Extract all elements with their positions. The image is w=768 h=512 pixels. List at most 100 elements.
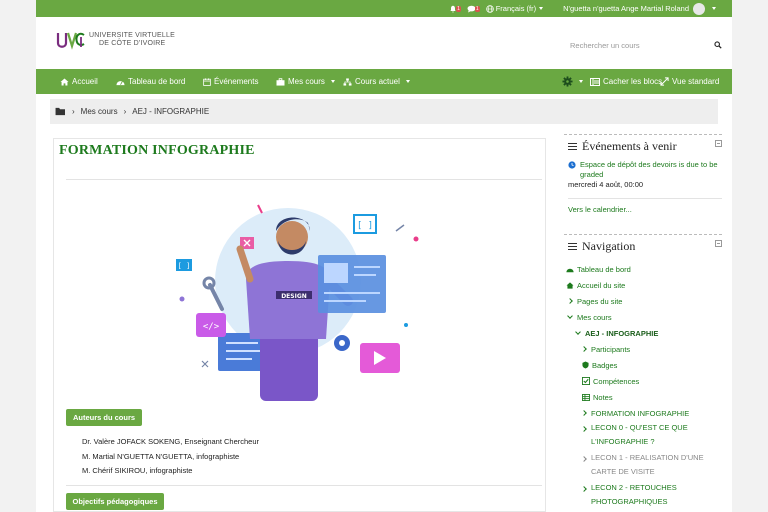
site-logo[interactable]: UNIVERSITE VIRTUELLE DE CÔTE D'IVOIRE [56,29,175,51]
author-item: Dr. Valère JOFACK SOKENG, Enseignant Che… [82,437,260,446]
nav-tree-item-my-courses[interactable]: Mes cours [566,309,722,325]
hide-blocks-button[interactable]: Cacher les blocs [590,77,662,86]
svg-text:[ ]: [ ] [178,262,191,270]
user-menu[interactable]: N'guetta n'guetta Ange Martial Roland [563,2,716,15]
menu-icon [568,143,577,150]
objectives-button-label: Objectifs pédagogiques [72,497,158,506]
nav-tree-item-current-course[interactable]: AEJ - INFOGRAPHIE [566,325,722,341]
navigation-block-title: Navigation [582,239,636,253]
chevron-right-icon: › [72,107,75,116]
nav-tree-item-site-pages[interactable]: Pages du site [566,293,722,309]
standard-view-label: Vue standard [672,77,720,86]
nav-tree-item-grades[interactable]: Notes [566,389,722,405]
nav-tree-label: LECON 1 - REALISATION D'UNE CARTE DE VIS… [591,453,704,476]
course-content: FORMATION INFOGRAPHIE </> [ ] [ ] DESIGN… [53,138,546,512]
folder-icon [55,107,65,116]
avatar [693,2,705,15]
chevron-right-icon [581,410,587,416]
svg-text:[ ]: [ ] [357,221,373,231]
logo-line-1: UNIVERSITE VIRTUELLE [89,32,175,39]
authors-button-label: Auteurs du cours [72,413,136,422]
nav-label: Accueil [72,77,98,86]
page: 1 1 Français (fr) N'guetta n'guetta Ange… [36,0,732,512]
nav-tree-label: Participants [591,344,631,354]
menu-icon [568,243,577,250]
chevron-down-icon [567,313,573,319]
nav-tree-item-section-formation[interactable]: FORMATION INFOGRAPHIE [566,405,722,421]
chevron-down-icon [405,80,410,83]
nav-tree-item-competencies[interactable]: Compétences [566,373,722,389]
nav-tree-item-participants[interactable]: Participants [566,341,722,357]
nav-item-my-courses[interactable]: Mes cours [276,77,335,86]
standard-view-button[interactable]: Vue standard [660,77,719,86]
events-block-header: Événements à venir [564,134,722,158]
nav-tree-item-site-home[interactable]: Accueil du site [566,277,722,293]
briefcase-icon [276,77,285,86]
nav-item-dashboard[interactable]: Tableau de bord [116,77,185,86]
chevron-right-icon [581,486,587,492]
notifications-button[interactable]: 1 [449,5,461,13]
calendar-icon [203,77,211,86]
divider [66,485,542,486]
hide-blocks-label: Cacher les blocs [603,77,663,86]
chevron-right-icon [567,298,573,304]
navigation-block-header: Navigation [564,234,722,258]
home-icon [60,77,69,86]
event-date: mercredi 4 août, 00:00 [568,180,644,189]
design-illustration: </> [ ] [ ] DESIGN [176,204,419,401]
nav-tree-label: AEJ - INFOGRAPHIE [585,328,659,338]
nav-tree-item-lesson-1[interactable]: LECON 1 - REALISATION D'UNE CARTE DE VIS… [566,451,722,481]
nav-item-events[interactable]: Événements [203,77,258,86]
collapse-icon[interactable] [715,140,722,147]
chevron-down-icon [579,80,583,83]
list-icon [590,77,600,86]
svg-text:</>: </> [203,322,220,332]
dashboard-icon [566,268,574,272]
nav-tree-label: Notes [593,392,613,402]
objectives-button[interactable]: Objectifs pédagogiques [66,493,164,510]
nav-tree-label: Tableau de bord [577,264,631,274]
nav-item-current-course[interactable]: Cours actuel [343,77,410,86]
search-input[interactable]: Rechercher un cours [570,41,640,50]
navigation-block: Navigation Tableau de bord Accueil du si… [564,234,722,511]
nav-tree-label: LECON 2 - RETOUCHES PHOTOGRAPHIQUES [591,483,677,506]
chevron-down-icon [539,7,544,10]
site-header: UNIVERSITE VIRTUELLE DE CÔTE D'IVOIRE Re… [36,17,732,69]
breadcrumb-item[interactable]: Mes cours [81,107,118,116]
search-icon[interactable] [714,41,722,49]
nav-tree-label: Badges [592,360,618,370]
user-name: N'guetta n'guetta Ange Martial Roland [563,4,689,13]
gear-icon [562,76,573,87]
search-box[interactable]: Rechercher un cours [570,38,722,52]
dashboard-icon [116,80,125,85]
divider [66,179,542,180]
globe-icon [485,4,494,13]
nav-tree-item-dashboard[interactable]: Tableau de bord [566,261,722,277]
calendar-link[interactable]: Vers le calendrier... [564,205,722,215]
nav-tree-item-lesson-2[interactable]: LECON 2 - RETOUCHES PHOTOGRAPHIQUES [566,481,722,511]
notification-count-badge: 1 [456,5,461,12]
authors-button[interactable]: Auteurs du cours [66,409,142,426]
breadcrumb: › Mes cours › AEJ - INFOGRAPHIE [50,99,718,124]
message-count-badge: 1 [474,5,480,12]
event-link[interactable]: Espace de dépôt des devoirs is due to be… [580,160,722,180]
author-item: M. Martial N'GUETTA N'GUETTA, infographi… [82,451,240,461]
nav-label: Événements [214,77,259,86]
checkbox-icon [582,377,590,385]
nav-item-home[interactable]: Accueil [60,77,98,86]
nav-tree-item-badges[interactable]: Badges [566,357,722,373]
chevron-down-icon [712,7,716,10]
nav-tree-item-lesson-0[interactable]: LECON 0 - QU'EST CE QUE L'INFOGRAPHIE ? [566,421,722,451]
settings-menu[interactable] [562,76,583,87]
messages-button[interactable]: 1 [467,5,480,13]
shirt-text: DESIGN [281,293,307,300]
sidebar: Événements à venir Espace de dépôt des d… [564,134,722,511]
collapse-icon[interactable] [715,240,722,247]
chevron-down-icon [575,329,581,335]
shield-icon [582,361,589,369]
chevron-right-icon [581,346,587,352]
divider [568,198,722,199]
language-menu[interactable]: Français (fr) [485,4,544,13]
home-icon [566,281,574,289]
logo-text: UNIVERSITE VIRTUELLE DE CÔTE D'IVOIRE [89,32,175,48]
